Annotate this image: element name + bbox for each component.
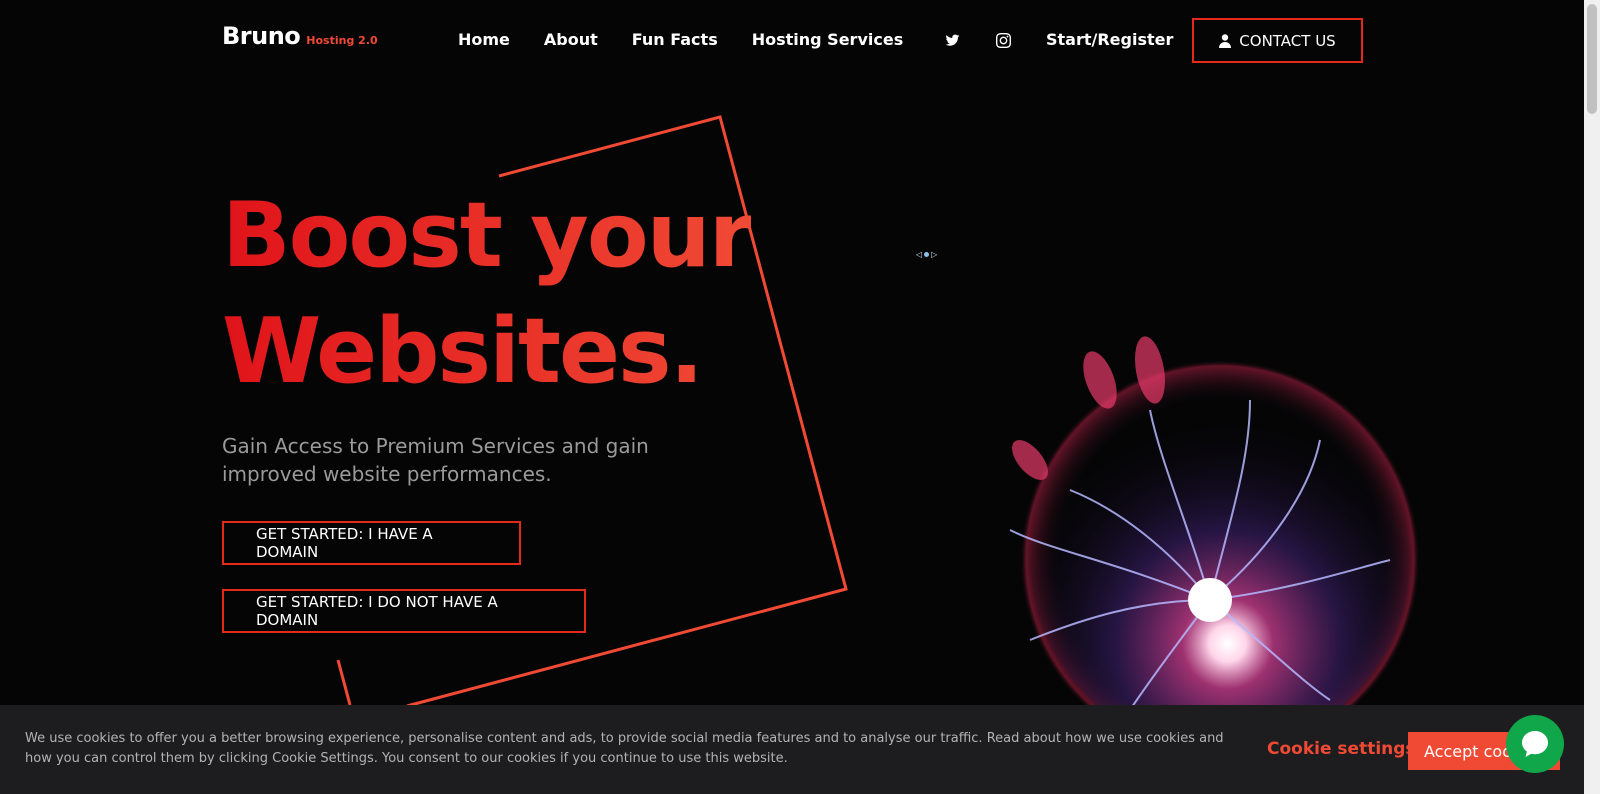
headline-line-2: Websites. — [222, 294, 751, 410]
nav-fun-facts[interactable]: Fun Facts — [632, 30, 718, 49]
get-started-no-domain-button[interactable]: GET STARTED: I DO NOT HAVE A DOMAIN — [222, 589, 586, 633]
brand-logo[interactable]: Bruno Hosting 2.0 — [222, 22, 378, 50]
user-icon — [1219, 33, 1232, 48]
cookie-settings-button[interactable]: Cookie settings — [1267, 739, 1416, 759]
hero-headline: Boost your Websites. — [222, 178, 753, 410]
slider-dot[interactable] — [924, 252, 930, 257]
nav-hosting-services[interactable]: Hosting Services — [752, 30, 904, 49]
twitter-icon[interactable] — [942, 30, 962, 50]
site-header: Bruno Hosting 2.0 Home About Fun Facts H… — [0, 0, 1584, 80]
contact-us-button[interactable]: CONTACT US — [1192, 18, 1363, 63]
cookie-banner: We use cookies to offer you a better bro… — [0, 705, 1584, 794]
scrollbar-thumb[interactable] — [1587, 4, 1597, 114]
page-scrollbar[interactable] — [1584, 0, 1600, 794]
contact-us-label: CONTACT US — [1239, 31, 1336, 50]
brand-sub: Hosting 2.0 — [306, 34, 378, 47]
main-nav: Home About Fun Facts Hosting Services — [458, 30, 937, 49]
chat-widget-button[interactable] — [1506, 715, 1564, 773]
hero-subtext: Gain Access to Premium Services and gain… — [222, 434, 649, 486]
nav-about[interactable]: About — [544, 30, 598, 49]
slider-prev-icon[interactable]: ◁ — [916, 250, 922, 259]
get-started-domain-button[interactable]: GET STARTED: I HAVE A DOMAIN — [222, 521, 521, 565]
cookie-text: We use cookies to offer you a better bro… — [25, 731, 1224, 766]
slider-next-icon[interactable]: ▷ — [931, 250, 937, 259]
nav-home[interactable]: Home — [458, 30, 510, 49]
headline-line-1: Boost your — [222, 178, 753, 294]
instagram-icon[interactable] — [993, 30, 1013, 50]
brand-name: Bruno — [222, 22, 301, 50]
plasma-ball-image — [1009, 336, 1420, 720]
slider-controls[interactable]: ◁ ▷ — [916, 250, 937, 259]
chat-bubble-icon — [1522, 731, 1548, 757]
register-link[interactable]: Start/Register — [1046, 30, 1173, 49]
